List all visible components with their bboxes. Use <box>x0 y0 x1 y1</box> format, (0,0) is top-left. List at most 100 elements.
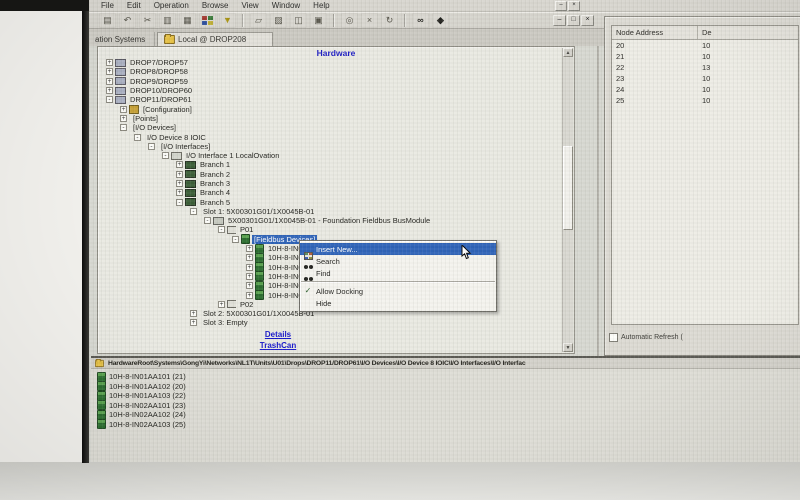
expand-toggle-icon[interactable]: + <box>176 161 183 168</box>
menu-item-edit[interactable]: Edit <box>127 1 141 10</box>
tree-row[interactable]: -5X00301G01/1X0045B-01 - Foundation Fiel… <box>98 216 558 225</box>
table-row[interactable]: 2310 <box>612 73 798 84</box>
tree-row[interactable]: +[Points] <box>98 114 558 123</box>
cut-icon[interactable]: ✂ <box>139 13 156 28</box>
details-link[interactable]: Details <box>158 330 398 339</box>
table-row[interactable]: 2213 <box>612 62 798 73</box>
expand-toggle-icon[interactable]: + <box>106 59 113 66</box>
expand-toggle-icon[interactable]: + <box>106 78 113 85</box>
context-menu-item[interactable]: Hide <box>300 297 496 309</box>
list-item[interactable]: 10H-8-IN01AA101 (21) <box>97 372 800 382</box>
expand-toggle-icon[interactable]: + <box>246 254 253 261</box>
tree-row[interactable]: -[I/O Interfaces] <box>98 142 558 151</box>
tree-row[interactable]: +Branch 2 <box>98 170 558 179</box>
expand-toggle-icon[interactable]: + <box>246 245 253 252</box>
tree-row[interactable]: +Slot 3: Empty <box>98 318 558 327</box>
column-header[interactable]: Node Address <box>612 26 698 39</box>
tree-row[interactable]: +DROP9/DROP59 <box>98 77 558 86</box>
menu-item-browse[interactable]: Browse <box>202 1 229 10</box>
expand-toggle-icon[interactable]: + <box>246 264 253 271</box>
tree-scrollbar[interactable]: ▲ ▼ <box>562 48 573 352</box>
expand-toggle-icon[interactable]: - <box>148 143 155 150</box>
list-item[interactable]: 10H-8-IN01AA103 (22) <box>97 391 800 401</box>
expand-toggle-icon[interactable]: + <box>190 310 197 317</box>
tree-row[interactable]: -I/O Interface 1 LocalOvation <box>98 151 558 160</box>
expand-toggle-icon[interactable]: + <box>246 282 253 289</box>
context-menu-item[interactable]: ✓Allow Docking <box>300 285 496 297</box>
filter-icon[interactable]: ▼ <box>219 13 236 28</box>
trashcan-link[interactable]: TrashCan <box>158 341 398 350</box>
tree-row[interactable]: +DROP8/DROP58 <box>98 67 558 76</box>
automatic-refresh-checkbox[interactable] <box>609 333 618 342</box>
table-row[interactable]: 2010 <box>612 40 798 51</box>
expand-toggle-icon[interactable]: - <box>204 217 211 224</box>
expand-toggle-icon[interactable]: - <box>134 134 141 141</box>
tab-local-drop208[interactable]: Local @ DROP208 <box>157 32 273 46</box>
child-close-button[interactable]: × <box>581 15 594 26</box>
expand-toggle-icon[interactable]: + <box>246 292 253 299</box>
expand-toggle-icon[interactable]: + <box>190 319 197 326</box>
column-header[interactable]: De <box>698 26 712 39</box>
child-restore-button[interactable]: □ <box>567 15 580 26</box>
expand-toggle-icon[interactable]: - <box>218 226 225 233</box>
export-icon[interactable]: ▨ <box>270 13 287 28</box>
tree-row[interactable]: -Branch 5 <box>98 197 558 206</box>
expand-toggle-icon[interactable]: + <box>106 68 113 75</box>
context-menu-item[interactable]: Find <box>300 267 496 279</box>
paste-icon[interactable]: ▦ <box>179 13 196 28</box>
expand-toggle-icon[interactable]: + <box>106 87 113 94</box>
copy-icon[interactable]: ▥ <box>159 13 176 28</box>
color-grid-icon[interactable] <box>199 13 216 28</box>
tree-row[interactable]: -[I/O Devices] <box>98 123 558 132</box>
tree-row[interactable]: +Branch 3 <box>98 179 558 188</box>
binoculars-icon[interactable]: ∞ <box>412 13 429 28</box>
compare-icon[interactable]: ◫ <box>290 13 307 28</box>
menu-item-window[interactable]: Window <box>272 1 300 10</box>
tree-row[interactable]: -I/O Device 8 IOIC <box>98 132 558 141</box>
print-icon[interactable]: ▤ <box>99 13 116 28</box>
list-item[interactable]: 10H-8-IN02AA101 (23) <box>97 401 800 411</box>
expand-toggle-icon[interactable]: + <box>120 115 127 122</box>
undo-icon[interactable]: ↶ <box>119 13 136 28</box>
expand-toggle-icon[interactable]: - <box>120 124 127 131</box>
menu-item-help[interactable]: Help <box>313 1 329 10</box>
tree-row[interactable]: +Branch 1 <box>98 160 558 169</box>
import-icon[interactable]: ▱ <box>250 13 267 28</box>
app-minimize-button[interactable]: ‒ <box>555 1 567 11</box>
scrollbar-thumb[interactable] <box>563 146 573 230</box>
tab-systems-partial[interactable]: ation Systems <box>89 32 155 46</box>
table-row[interactable]: 2510 <box>612 95 798 106</box>
refresh-icon[interactable]: ↻ <box>381 13 398 28</box>
expand-toggle-icon[interactable]: + <box>218 301 225 308</box>
list-item[interactable]: 10H-8-IN01AA102 (20) <box>97 382 800 392</box>
pan-icon[interactable]: ◆ <box>432 13 449 28</box>
menu-item-view[interactable]: View <box>242 1 259 10</box>
expand-toggle-icon[interactable]: - <box>190 208 197 215</box>
tree-row[interactable]: +Branch 4 <box>98 188 558 197</box>
table-row[interactable]: 2410 <box>612 84 798 95</box>
scroll-up-icon[interactable]: ▲ <box>563 48 573 57</box>
list-item[interactable]: 10H-8-IN02AA102 (24) <box>97 410 800 420</box>
tree-row[interactable]: +DROP7/DROP57 <box>98 58 558 67</box>
scroll-down-icon[interactable]: ▼ <box>563 343 573 352</box>
expand-toggle-icon[interactable]: - <box>162 152 169 159</box>
expand-toggle-icon[interactable]: + <box>246 273 253 280</box>
table-row[interactable]: 2110 <box>612 51 798 62</box>
tree-row[interactable]: -P01 <box>98 225 558 234</box>
expand-toggle-icon[interactable]: - <box>176 199 183 206</box>
camera-icon[interactable]: ▣ <box>310 13 327 28</box>
expand-toggle-icon[interactable]: + <box>120 106 127 113</box>
list-item[interactable]: 10H-8-IN02AA103 (25) <box>97 420 800 430</box>
delete-icon[interactable]: × <box>361 13 378 28</box>
menu-item-file[interactable]: File <box>101 1 114 10</box>
tree-row[interactable]: -Slot 1: 5X00301G01/1X0045B-01 <box>98 207 558 216</box>
expand-toggle-icon[interactable]: + <box>176 171 183 178</box>
child-minimize-button[interactable]: ‒ <box>553 15 566 26</box>
tree-row[interactable]: +DROP10/DROP60 <box>98 86 558 95</box>
menu-item-operation[interactable]: Operation <box>154 1 189 10</box>
expand-toggle-icon[interactable]: - <box>106 96 113 103</box>
zoom-icon[interactable]: ◎ <box>341 13 358 28</box>
tree-row[interactable]: -DROP11/DROP61 <box>98 95 558 104</box>
app-close-button[interactable]: × <box>568 1 580 11</box>
expand-toggle-icon[interactable]: - <box>232 236 239 243</box>
